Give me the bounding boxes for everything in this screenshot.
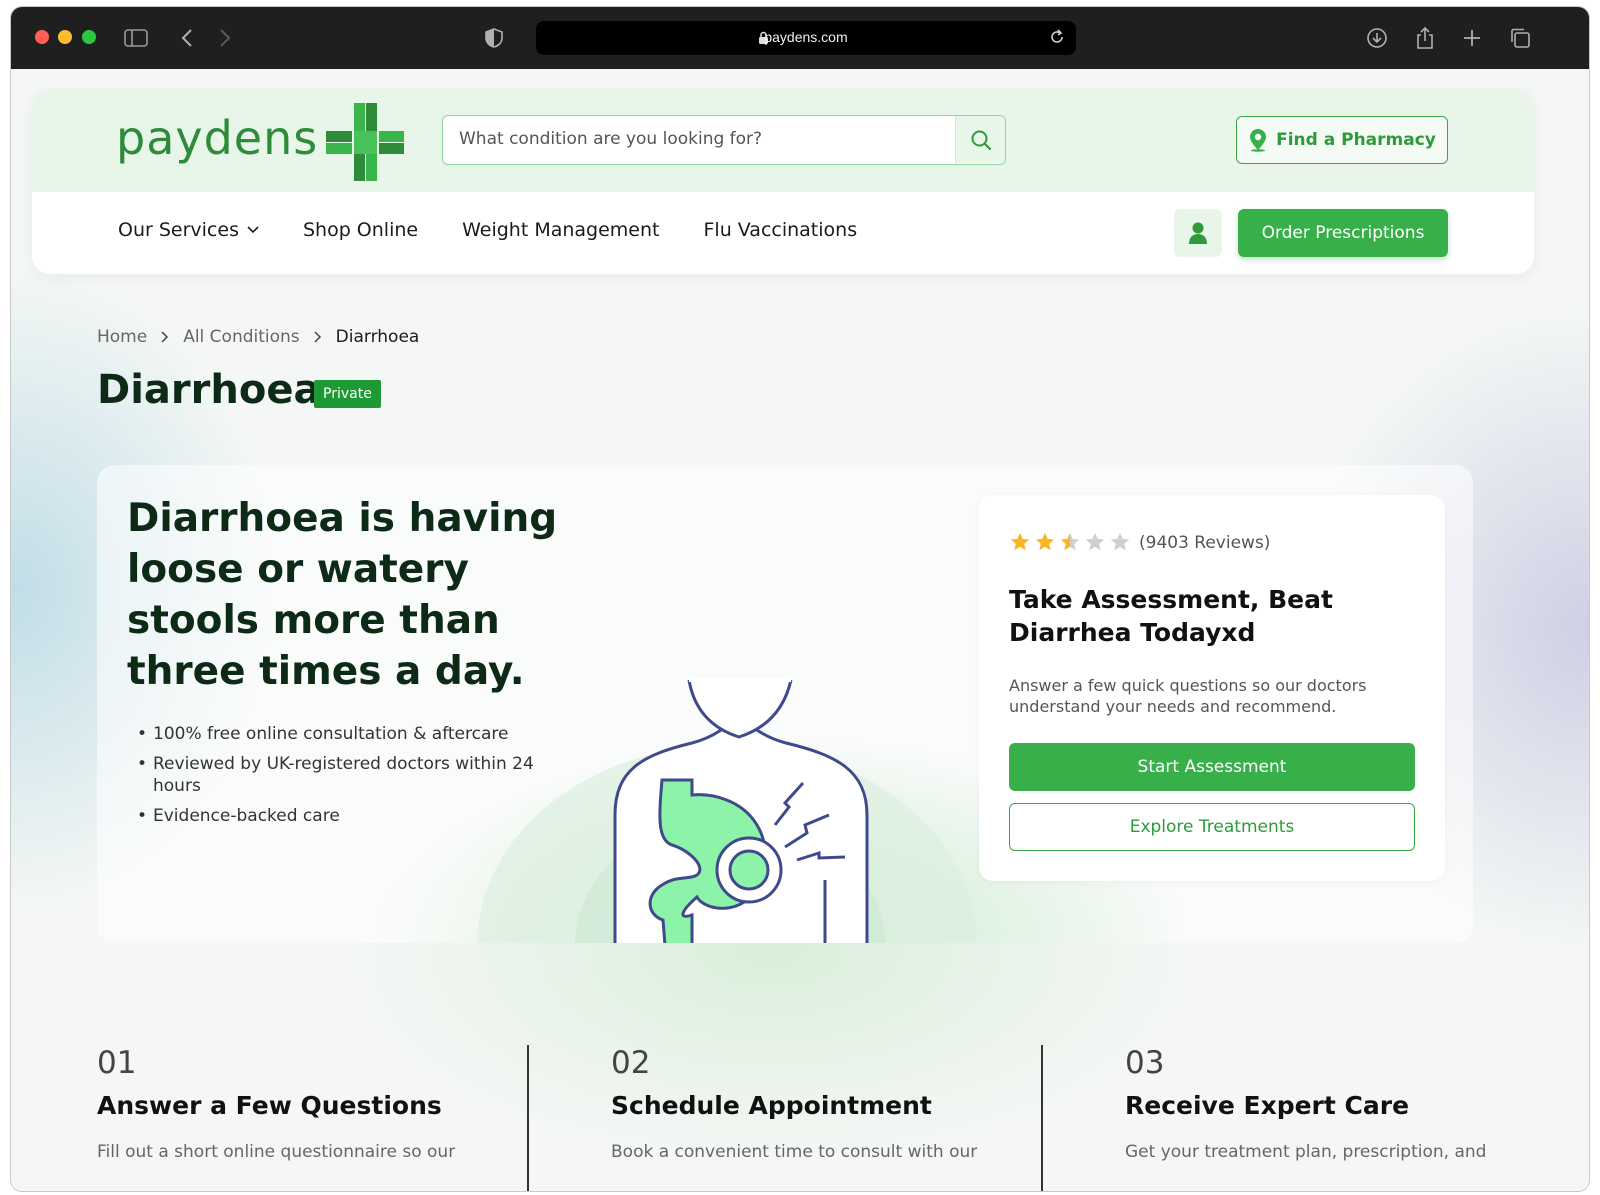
map-pin-icon — [1250, 129, 1267, 152]
back-icon[interactable] — [173, 24, 201, 52]
tabs-icon[interactable] — [1506, 24, 1534, 52]
step-number: 01 — [97, 1045, 137, 1081]
star-icon — [1110, 532, 1130, 551]
zoom-window-button[interactable] — [82, 30, 96, 44]
sidebar-icon[interactable] — [122, 24, 150, 52]
browser-window: paydens.com paydens What condition are y… — [10, 6, 1590, 1192]
header-top-bar: paydens What condition are you looking f… — [32, 89, 1534, 192]
nav-shop-online[interactable]: Shop Online — [303, 219, 418, 241]
step-title: Schedule Appointment — [611, 1091, 932, 1120]
close-window-button[interactable] — [35, 30, 49, 44]
half-star-icon — [1060, 532, 1080, 551]
step-3: 03 Receive Expert Care Get your treatmen… — [1125, 1045, 1565, 1162]
step-description: Book a convenient time to consult with o… — [611, 1142, 978, 1162]
card-title: Take Assessment, Beat Diarrhea Todayxd — [1009, 585, 1333, 647]
step-2: 02 Schedule Appointment Book a convenien… — [611, 1045, 1051, 1162]
url-text: paydens.com — [764, 29, 848, 45]
assessment-card: (9403 Reviews) Take Assessment, Beat Dia… — [979, 495, 1445, 881]
breadcrumb-home[interactable]: Home — [97, 327, 147, 347]
forward-icon[interactable] — [211, 24, 239, 52]
reload-icon[interactable] — [1048, 28, 1066, 50]
search-button[interactable] — [955, 116, 1005, 163]
nav-label: Our Services — [118, 219, 239, 241]
search-input[interactable] — [459, 116, 929, 162]
step-divider — [1041, 1045, 1043, 1191]
breadcrumb: Home All Conditions Diarrhoea — [97, 327, 419, 347]
stomach-pain-illustration — [477, 678, 977, 943]
step-title: Answer a Few Questions — [97, 1091, 442, 1120]
step-number: 03 — [1125, 1045, 1165, 1081]
private-badge: Private — [314, 380, 381, 408]
star-icon — [1035, 532, 1055, 551]
minimize-window-button[interactable] — [58, 30, 72, 44]
chevron-right-icon — [161, 331, 169, 343]
breadcrumb-all-conditions[interactable]: All Conditions — [183, 327, 299, 347]
browser-toolbar: paydens.com — [11, 7, 1589, 69]
steps-section: 01 Answer a Few Questions Fill out a sho… — [97, 1045, 1497, 1191]
rating-stars — [1009, 531, 1131, 553]
step-1: 01 Answer a Few Questions Fill out a sho… — [97, 1045, 537, 1162]
hero-section: Diarrhoea is having loose or watery stoo… — [97, 465, 1473, 943]
new-tab-icon[interactable] — [1458, 24, 1486, 52]
step-description: Fill out a short online questionnaire so… — [97, 1142, 456, 1162]
breadcrumb-current: Diarrhoea — [335, 327, 420, 347]
chevron-right-icon — [314, 331, 321, 343]
nav-flu-vaccinations[interactable]: Flu Vaccinations — [704, 219, 858, 241]
user-icon — [1189, 222, 1207, 244]
address-bar[interactable]: paydens.com — [536, 21, 1076, 55]
find-pharmacy-button[interactable]: Find a Pharmacy — [1236, 116, 1448, 164]
pharmacy-cross-icon — [326, 103, 404, 181]
main-nav: Our Services Shop Online Weight Manageme… — [118, 219, 857, 241]
review-count[interactable]: (9403 Reviews) — [1139, 533, 1270, 553]
page-title: Diarrhoea — [97, 367, 321, 413]
star-icon — [1010, 532, 1030, 551]
star-icon — [1085, 532, 1105, 551]
order-prescriptions-button[interactable]: Order Prescriptions — [1238, 209, 1448, 257]
paydens-logo[interactable]: paydens — [116, 101, 416, 181]
download-icon[interactable] — [1363, 24, 1391, 52]
nav-weight-management[interactable]: Weight Management — [462, 219, 659, 241]
hero-heading: Diarrhoea is having loose or watery stoo… — [127, 496, 558, 694]
share-icon[interactable] — [1411, 24, 1439, 52]
condition-search — [442, 115, 1006, 165]
logo-wordmark: paydens — [116, 111, 319, 165]
chevron-down-icon — [247, 226, 259, 234]
card-description: Answer a few quick questions so our doct… — [1009, 676, 1367, 716]
step-number: 02 — [611, 1045, 651, 1081]
step-divider — [527, 1045, 529, 1191]
start-assessment-button[interactable]: Start Assessment — [1009, 743, 1415, 791]
nav-our-services[interactable]: Our Services — [118, 219, 259, 241]
shield-icon[interactable] — [480, 24, 508, 52]
search-icon — [971, 130, 991, 150]
web-page: paydens What condition are you looking f… — [11, 69, 1589, 1191]
site-header: paydens What condition are you looking f… — [32, 89, 1534, 274]
find-pharmacy-label: Find a Pharmacy — [1276, 130, 1436, 150]
step-description: Get your treatment plan, prescription, a… — [1125, 1142, 1487, 1162]
step-title: Receive Expert Care — [1125, 1091, 1410, 1120]
account-button[interactable] — [1174, 209, 1222, 257]
explore-treatments-button[interactable]: Explore Treatments — [1009, 803, 1415, 851]
